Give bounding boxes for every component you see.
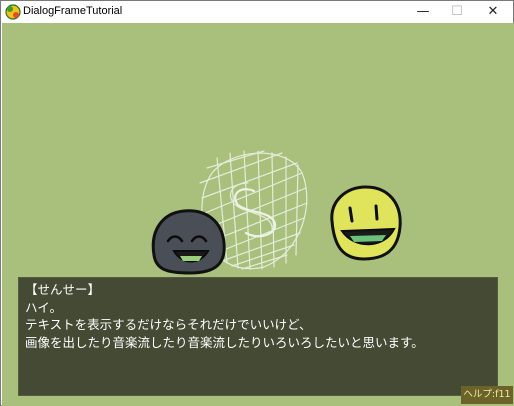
close-button[interactable]: ✕ <box>478 1 508 23</box>
dialog-line: テキストを表示するだけならそれだけでいいけど、 <box>25 317 312 333</box>
title-bar[interactable]: DialogFrameTutorial — ☐ ✕ <box>1 1 513 23</box>
yellow-blob-character <box>330 185 402 261</box>
maximize-button[interactable]: ☐ <box>442 1 472 23</box>
help-badge[interactable]: ヘルプ:f11 <box>461 386 513 404</box>
speaker-name: 【せんせー】 <box>25 282 101 297</box>
dialog-box[interactable]: 【せんせー】 ハイ。 テキストを表示するだけならそれだけでいいけど、 画像を出し… <box>18 277 498 396</box>
app-icon <box>5 4 21 20</box>
dialog-line: ハイ。 <box>25 299 63 315</box>
dark-blob-character <box>151 209 226 275</box>
game-canvas[interactable]: 【せんせー】 ハイ。 テキストを表示するだけならそれだけでいいけど、 画像を出し… <box>2 23 514 406</box>
app-window: DialogFrameTutorial — ☐ ✕ 【せんせー】 ハイ。 テキス… <box>0 0 514 406</box>
dialog-line: 画像を出したり音楽流したり音楽流したりいろいろしたいと思います。 <box>25 334 424 350</box>
window-title: DialogFrameTutorial <box>23 5 123 17</box>
minimize-button[interactable]: — <box>408 1 438 23</box>
